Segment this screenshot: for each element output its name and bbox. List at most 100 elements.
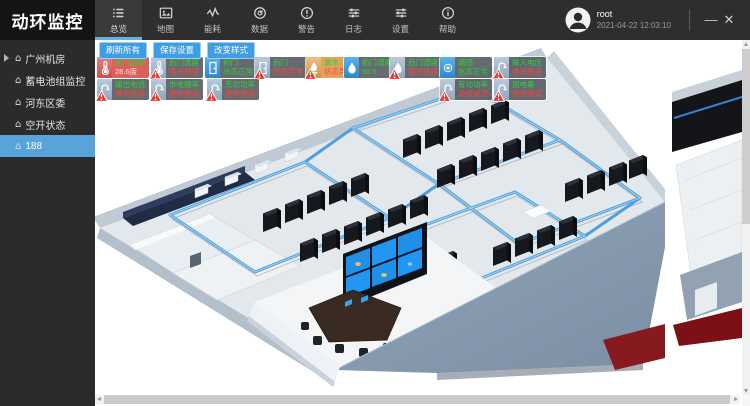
user-avatar[interactable] [565, 7, 591, 33]
gauge-icon [253, 6, 267, 20]
warning-icon [149, 67, 162, 79]
sidebar-item-188[interactable]: ⌂ 188 [0, 135, 95, 157]
list-icon [112, 6, 126, 20]
scroll-up-arrow-icon[interactable] [744, 42, 748, 46]
sidebar-item-label: 广州机房 [25, 51, 65, 66]
sensor-icon [440, 79, 455, 100]
scroll-down-arrow-icon[interactable] [744, 389, 748, 393]
door-icon [255, 57, 270, 78]
sensor-badge-市电频率[interactable]: 市电频率通讯错误 [151, 79, 203, 100]
tab-label: 帮助 [439, 23, 456, 35]
sidebar-item-空开状态[interactable]: ⌂空开状态 [0, 113, 95, 135]
app-window: 动环监控 总览 地图 能耗 数据 警告 日志 设置 帮助 root 2021-04-22 12… [0, 0, 750, 406]
home-icon: ⌂ [15, 97, 21, 108]
topbar-divider [689, 9, 690, 31]
tab-地图[interactable]: 地图 [142, 0, 189, 40]
toolbar-button-刷新所有[interactable]: 刷新所有 [99, 42, 147, 59]
sensor-badge-输出电流[interactable]: 输出电流通讯错误 [97, 79, 149, 100]
sidebar-item-label: 蓄电池组监控 [25, 73, 85, 88]
sensor-icon [207, 79, 222, 100]
vertical-scroll-thumb[interactable] [742, 49, 750, 224]
log-icon [347, 6, 361, 20]
scrollbar-corner [742, 395, 750, 406]
tab-总览[interactable]: 总览 [95, 0, 142, 40]
badge-value: 状态异常 [273, 68, 306, 77]
badge-value: 通讯错误 [408, 68, 441, 77]
warning-icon [149, 89, 162, 101]
warning-icon [388, 67, 401, 79]
droplet-icon [344, 57, 359, 78]
sensor-icon [151, 79, 166, 100]
tab-label: 总览 [110, 23, 127, 35]
smoke-icon [440, 57, 455, 78]
nav-tabs: 总览 地图 能耗 数据 警告 日志 设置 帮助 [95, 0, 471, 40]
tab-设置[interactable]: 设置 [377, 0, 424, 40]
main-view: 刷新所有保存设置改变样式 前门温度28.6度后门温度通讯错误前门状态正常后门状态… [95, 40, 750, 406]
tab-能耗[interactable]: 能耗 [189, 0, 236, 40]
sensor-badge-有功功率[interactable]: 有功功率通讯错误 [440, 79, 492, 100]
sidebar-item-河东区委[interactable]: ⌂ 河东区委 [0, 91, 95, 113]
warning-icon [438, 89, 451, 101]
horizontal-scrollbar[interactable] [95, 395, 740, 404]
expander-icon[interactable] [4, 54, 9, 62]
sidebar-item-广州机房[interactable]: ⌂广州机房 [0, 47, 95, 69]
app-title: 动环监控 [0, 0, 95, 40]
sensor-badge-前门温度[interactable]: 前门温度28.6度 [97, 57, 149, 78]
warning-icon [304, 67, 317, 79]
warning-icon [492, 89, 505, 101]
tab-警告[interactable]: 警告 [283, 0, 330, 40]
close-button[interactable]: ✕ [720, 0, 738, 40]
minimize-button[interactable]: — [702, 0, 720, 40]
tab-label: 设置 [392, 23, 409, 35]
tab-label: 日志 [345, 23, 362, 35]
sensor-icon [494, 79, 509, 100]
home-icon: ⌂ [15, 75, 21, 86]
sensor-badge-无功功率[interactable]: 无功功率通讯错误 [207, 79, 259, 100]
tab-label: 能耗 [204, 23, 221, 35]
sensor-badge-后门[interactable]: 后门状态异常 [255, 57, 307, 78]
help-icon [441, 6, 455, 20]
door-icon [205, 57, 220, 78]
scroll-left-arrow-icon[interactable] [97, 397, 101, 401]
badge-value: 状态正常 [223, 68, 256, 77]
energy-icon [206, 6, 220, 20]
sidebar-item-label: 188 [25, 141, 42, 152]
thermometer-icon [97, 57, 112, 78]
horizontal-scroll-thumb[interactable] [104, 395, 730, 404]
sensor-badge-后门温度[interactable]: 后门温度通讯错误 [151, 57, 203, 78]
tab-label: 警告 [298, 23, 315, 35]
user-name: root [597, 9, 671, 20]
sidebar-item-蓄电池组监控[interactable]: ⌂ 蓄电池组监控 [0, 69, 95, 91]
warning-icon [253, 67, 266, 79]
toolbar-button-保存设置[interactable]: 保存设置 [153, 42, 201, 59]
home-icon: ⌂ [15, 119, 21, 130]
sensor-badge-输入电压[interactable]: 输入电压通讯错误 [494, 57, 546, 78]
sensor-badge-用电量[interactable]: 用电量通讯错误 [494, 79, 546, 100]
scroll-right-arrow-icon[interactable] [734, 397, 738, 401]
sidebar-item-label: 河东区委 [25, 95, 65, 110]
badge-value: 通讯错误 [225, 90, 258, 99]
sensor-badge-前门[interactable]: 前门状态正常 [205, 57, 257, 78]
thermometer-icon [151, 57, 166, 78]
toolbar-button-改变样式[interactable]: 改变样式 [207, 42, 255, 59]
tab-label: 数据 [251, 23, 268, 35]
badge-value: 28.6度 [115, 68, 148, 77]
sensor-badge-烟感[interactable]: 烟感状态正常 [440, 57, 492, 78]
tab-数据[interactable]: 数据 [236, 0, 283, 40]
tab-帮助[interactable]: 帮助 [424, 0, 471, 40]
timestamp: 2021-04-22 12:03:10 [597, 21, 671, 31]
tab-日志[interactable]: 日志 [330, 0, 377, 40]
badge-value: 通讯错误 [458, 90, 491, 99]
tab-label: 地图 [157, 23, 174, 35]
badge-value: 通讯错误 [512, 90, 545, 99]
badge-value: 通讯错误 [115, 90, 148, 99]
home-icon: ⌂ [15, 141, 21, 152]
topbar: 动环监控 总览 地图 能耗 数据 警告 日志 设置 帮助 root 2021-04-22 12… [0, 0, 750, 40]
settings-icon [394, 6, 408, 20]
sensor-badge-后门湿度[interactable]: 后门湿度通讯错误 [390, 57, 442, 78]
vertical-scrollbar[interactable] [742, 40, 750, 395]
user-icon [565, 7, 591, 33]
badge-value: 通讯错误 [512, 68, 545, 77]
toolbar: 刷新所有保存设置改变样式 [99, 42, 255, 59]
sidebar: ⌂广州机房⌂蓄电池组监控⌂河东区委⌂空开状态⌂188 [0, 40, 95, 406]
